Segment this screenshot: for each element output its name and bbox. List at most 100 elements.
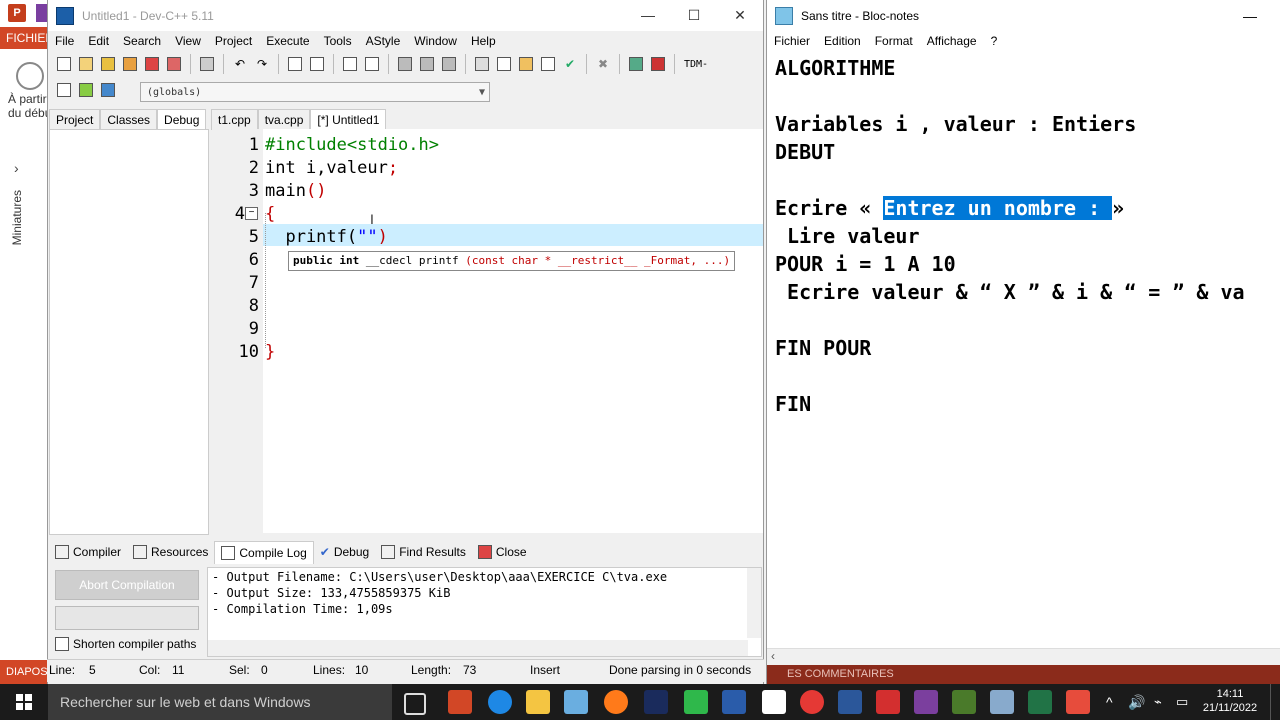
bookmark-icon[interactable]: [395, 54, 415, 74]
maximize-button[interactable]: ☐: [671, 0, 717, 31]
tab-classes[interactable]: Classes: [100, 109, 158, 130]
notepad-minimize-button[interactable]: —: [1243, 8, 1257, 24]
photoshop-icon[interactable]: [644, 690, 668, 714]
devcpp-titlebar[interactable]: Untitled1 - Dev-C++ 5.11 — ☐ ✕: [48, 0, 763, 31]
window-icon[interactable]: [494, 54, 514, 74]
tab-resources[interactable]: Resources: [127, 541, 214, 563]
abort-compilation-button[interactable]: Abort Compilation: [55, 570, 199, 600]
goto-icon[interactable]: [417, 54, 437, 74]
notepad-titlebar[interactable]: Sans titre - Bloc-notes —: [767, 0, 1280, 31]
menu-astyle[interactable]: AStyle: [359, 34, 408, 48]
log-hscrollbar[interactable]: [208, 640, 748, 656]
menu-help[interactable]: Help: [464, 34, 503, 48]
close-all-icon[interactable]: [164, 54, 184, 74]
unindent-icon[interactable]: [362, 54, 382, 74]
debug-bug-icon[interactable]: [648, 54, 668, 74]
np-menu-format[interactable]: Format: [868, 34, 920, 48]
compiler-select[interactable]: TDM-: [681, 54, 711, 74]
np-menu-help[interactable]: ?: [984, 34, 1005, 48]
log-vscrollbar[interactable]: [747, 568, 761, 638]
apartir-label[interactable]: À partir du débu: [8, 92, 52, 120]
tab-find-results[interactable]: Find Results: [375, 541, 472, 563]
print-icon[interactable]: [197, 54, 217, 74]
word-icon[interactable]: [838, 690, 862, 714]
menu-tools[interactable]: Tools: [317, 34, 359, 48]
compile-log[interactable]: - Output Filename: C:\Users\user\Desktop…: [207, 567, 762, 657]
excel-icon[interactable]: [1028, 690, 1052, 714]
menu-execute[interactable]: Execute: [259, 34, 316, 48]
np-menu-edition[interactable]: Edition: [817, 34, 868, 48]
menu-edit[interactable]: Edit: [81, 34, 116, 48]
screen-recorder-icon[interactable]: [1066, 690, 1090, 714]
windows-start-icon[interactable]: [0, 684, 48, 720]
class-browser-icon[interactable]: [54, 80, 74, 100]
replace-icon[interactable]: [307, 54, 327, 74]
app-taskbar-icon[interactable]: [990, 690, 1014, 714]
file-explorer-icon[interactable]: [526, 690, 550, 714]
chevron-right-icon[interactable]: ›: [14, 160, 19, 176]
minimize-button[interactable]: —: [625, 0, 671, 31]
tab-compile-log[interactable]: Compile Log: [214, 541, 314, 564]
np-menu-affichage[interactable]: Affichage: [920, 34, 984, 48]
shorten-paths-option[interactable]: Shorten compiler paths: [55, 637, 196, 651]
chrome-icon[interactable]: [800, 690, 824, 714]
save-icon[interactable]: [98, 54, 118, 74]
open-icon[interactable]: [76, 54, 96, 74]
show-desktop-button[interactable]: [1270, 684, 1280, 720]
notifications-icon[interactable]: ▭: [1176, 694, 1188, 710]
close-file-icon[interactable]: [142, 54, 162, 74]
fold-collapse-icon[interactable]: −: [245, 207, 258, 220]
notepad-text-area[interactable]: ALGORITHME Variables i , valeur : Entier…: [775, 56, 1280, 646]
menu-file[interactable]: File: [48, 34, 81, 48]
tab-debug-bottom[interactable]: ✔ Debug: [314, 541, 375, 563]
cancel-icon[interactable]: ✖: [593, 54, 613, 74]
task-view-icon[interactable]: [404, 693, 426, 715]
save-all-icon[interactable]: [120, 54, 140, 74]
network-icon[interactable]: ⌁: [1154, 694, 1162, 710]
undo-icon[interactable]: ↶: [230, 54, 250, 74]
find-icon[interactable]: [285, 54, 305, 74]
menu-project[interactable]: Project: [208, 34, 259, 48]
redo-icon[interactable]: ↷: [252, 54, 272, 74]
devcpp-taskbar-icon[interactable]: [722, 690, 746, 714]
shorten-paths-checkbox[interactable]: [55, 637, 69, 651]
grid-icon[interactable]: [472, 54, 492, 74]
check-icon[interactable]: ✔: [560, 54, 580, 74]
debug-panel[interactable]: [49, 129, 209, 535]
play-icon[interactable]: [16, 62, 44, 90]
menu-window[interactable]: Window: [407, 34, 464, 48]
chevron-up-icon[interactable]: ^: [1106, 694, 1113, 710]
tab-tvacpp[interactable]: tva.cpp: [257, 109, 311, 130]
profile-chart-icon[interactable]: [626, 54, 646, 74]
goto-definition-icon[interactable]: [76, 80, 96, 100]
powerpoint-taskbar-icon[interactable]: [448, 690, 472, 714]
3d-viewer-icon[interactable]: [564, 690, 588, 714]
fichier-tab[interactable]: FICHIER: [0, 27, 54, 49]
volume-icon[interactable]: 🔊: [1128, 694, 1145, 711]
notepad-hscrollbar[interactable]: ‹: [767, 648, 1280, 666]
camtasia-icon[interactable]: [684, 690, 708, 714]
close-button[interactable]: ✕: [717, 0, 763, 31]
taskbar-search-input[interactable]: Rechercher sur le web et dans Windows: [48, 684, 392, 720]
firefox-icon[interactable]: [604, 690, 628, 714]
np-menu-fichier[interactable]: Fichier: [767, 34, 817, 48]
taskbar-clock[interactable]: 14:11 21/11/2022: [1200, 687, 1260, 715]
tab-t1cpp[interactable]: t1.cpp: [211, 109, 258, 130]
new-file-icon[interactable]: [54, 54, 74, 74]
tab-project[interactable]: Project: [49, 109, 101, 130]
winrar-icon[interactable]: [914, 690, 938, 714]
insert-icon[interactable]: [98, 80, 118, 100]
edge-icon[interactable]: [488, 690, 512, 714]
tab-compiler[interactable]: Compiler: [49, 541, 127, 563]
shield-icon[interactable]: [439, 54, 459, 74]
code-editor[interactable]: 1 2 3 4 − 5 6 7 8 9 10 #include<stdio.h>…: [213, 129, 763, 533]
globals-dropdown[interactable]: (globals) ▼: [140, 82, 490, 102]
dreamweaver-icon[interactable]: [952, 690, 976, 714]
tab-close[interactable]: Close: [472, 541, 533, 563]
chart-window-icon[interactable]: [516, 54, 536, 74]
tab-untitled1[interactable]: [*] Untitled1: [310, 109, 387, 130]
tab-debug[interactable]: Debug: [157, 109, 207, 130]
menu-search[interactable]: Search: [116, 34, 168, 48]
acrobat-icon[interactable]: [876, 690, 900, 714]
notepad-taskbar-icon[interactable]: [762, 690, 786, 714]
